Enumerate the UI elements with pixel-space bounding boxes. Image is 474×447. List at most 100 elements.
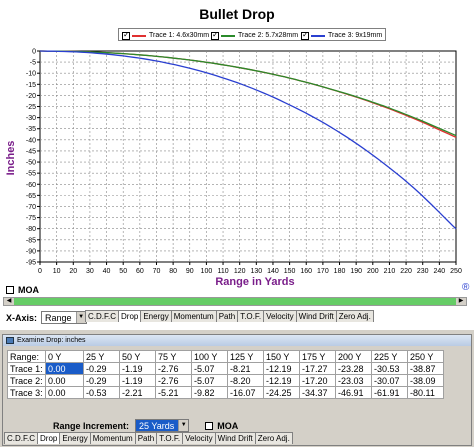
bottom-tab-t-o-f[interactable]: T.O.F. xyxy=(156,432,184,444)
table-cell[interactable]: -12.19 xyxy=(263,374,300,387)
table-cell[interactable]: -2.21 xyxy=(119,386,156,399)
table-cell[interactable]: -34.37 xyxy=(299,386,336,399)
chevron-down-icon[interactable]: ▼ xyxy=(178,420,189,431)
table-cell[interactable]: -61.91 xyxy=(371,386,408,399)
table-cell[interactable]: -46.91 xyxy=(335,386,372,399)
bottom-tab-velocity[interactable]: Velocity xyxy=(182,432,216,444)
top-tab-c-d-f-c[interactable]: C.D.F.C xyxy=(85,310,119,322)
table-cell[interactable]: -1.19 xyxy=(119,362,156,375)
table-row: Trace 1: 0.00 -0.29 -1.19 -2.76 -5.07 -8.21 -12… xyxy=(7,362,444,375)
chart-pane: Bullet Drop Trace 1: 4.6x30mm Trace 2: 5… xyxy=(0,0,474,330)
window-title-bar: Examine Drop: inches xyxy=(3,335,471,346)
bottom-tab-wind-drift[interactable]: Wind Drift xyxy=(214,432,256,444)
table-cell[interactable]: -0.29 xyxy=(83,362,120,375)
table-cell[interactable]: -2.76 xyxy=(155,374,192,387)
range-increment-value: 25 Yards xyxy=(139,420,175,431)
y-tick-label: -45 xyxy=(26,148,36,155)
top-tab-t-o-f[interactable]: T.O.F. xyxy=(237,310,265,322)
table-header-cell: 125 Y xyxy=(227,350,264,363)
table-header-cell: 175 Y xyxy=(299,350,336,363)
table-cell[interactable]: -38.87 xyxy=(407,362,444,375)
y-tick-label: -80 xyxy=(26,226,36,233)
x-tick-label: 130 xyxy=(250,268,262,275)
table-header-cell: 25 Y xyxy=(83,350,120,363)
x-axis-selector-label: X-Axis: xyxy=(6,312,38,323)
x-tick-label: 220 xyxy=(400,268,412,275)
table-row-label: Trace 2: xyxy=(7,374,46,387)
table-cell[interactable]: -17.20 xyxy=(299,374,336,387)
table-cell[interactable]: -1.19 xyxy=(119,374,156,387)
bottom-tab-momentum[interactable]: Momentum xyxy=(89,432,136,444)
scroll-left-arrow[interactable]: ◀ xyxy=(4,298,14,305)
table-cell[interactable]: -0.29 xyxy=(83,374,120,387)
y-tick-label: -10 xyxy=(26,71,36,78)
table-header-cell: 150 Y xyxy=(263,350,300,363)
table-cell[interactable]: -23.28 xyxy=(335,362,372,375)
y-tick-label: -5 xyxy=(30,60,36,67)
bottom-tab-path[interactable]: Path xyxy=(134,432,158,444)
top-tab-path[interactable]: Path xyxy=(215,310,239,322)
top-tab-momentum[interactable]: Momentum xyxy=(170,310,217,322)
table-cell[interactable]: -5.07 xyxy=(191,374,228,387)
table-cell[interactable]: -24.25 xyxy=(263,386,300,399)
moa-toggle[interactable]: MOA xyxy=(6,285,39,295)
bullet-drop-chart: 0 10 20 30 40 50 60 70 80 90 100 110 120 130 140 150 160… xyxy=(5,49,470,291)
y-tick-label: -65 xyxy=(26,193,36,200)
top-tab-drop[interactable]: Drop xyxy=(118,310,142,322)
table-cell[interactable]: -8.20 xyxy=(227,374,264,387)
table-cell[interactable]: -8.21 xyxy=(227,362,264,375)
y-axis-label: Inches xyxy=(5,141,17,176)
table-cell[interactable]: -30.07 xyxy=(371,374,408,387)
bottom-moa-checkbox[interactable] xyxy=(205,421,214,430)
table-row: Trace 3: 0.00 -0.53 -2.21 -5.21 -9.82 -16.07 -2… xyxy=(7,386,444,399)
table-cell[interactable]: -5.07 xyxy=(191,362,228,375)
top-tab-energy[interactable]: Energy xyxy=(140,310,172,322)
bottom-tab-energy[interactable]: Energy xyxy=(59,432,91,444)
top-tab-velocity[interactable]: Velocity xyxy=(263,310,297,322)
x-axis-select[interactable]: Range ▼ xyxy=(41,311,87,324)
table-cell[interactable]: -17.27 xyxy=(299,362,336,375)
x-axis-select-value: Range xyxy=(45,312,72,323)
table-cell[interactable]: -38.09 xyxy=(407,374,444,387)
top-tab-wind-drift[interactable]: Wind Drift xyxy=(295,310,337,322)
table-header-cell: 100 Y xyxy=(191,350,228,363)
table-cell[interactable]: -5.21 xyxy=(155,386,192,399)
table-cell[interactable]: -23.03 xyxy=(335,374,372,387)
plot-area xyxy=(39,50,457,263)
table-cell[interactable]: -30.53 xyxy=(371,362,408,375)
table-cell[interactable]: -12.19 xyxy=(263,362,300,375)
table-cell[interactable]: 0.00 xyxy=(45,362,84,375)
table-cell[interactable]: -0.53 xyxy=(83,386,120,399)
x-tick-label: 10 xyxy=(53,268,61,275)
bottom-moa-toggle[interactable]: MOA xyxy=(205,421,238,431)
table-cell[interactable]: 0.00 xyxy=(45,386,84,399)
x-tick-label: 210 xyxy=(384,268,396,275)
chart-scrollbar[interactable]: ◀ ▶ xyxy=(3,297,467,306)
top-tab-zero-adj[interactable]: Zero Adj. xyxy=(335,310,374,322)
x-tick-label: 0 xyxy=(38,268,42,275)
bottom-tab-drop[interactable]: Drop xyxy=(37,432,61,444)
bottom-tab-zero-adj[interactable]: Zero Adj. xyxy=(254,432,293,444)
y-tick-label: -90 xyxy=(26,248,36,255)
range-increment-select[interactable]: 25 Yards ▼ xyxy=(135,419,190,432)
moa-label: MOA xyxy=(18,285,39,295)
x-tick-label: 70 xyxy=(153,268,161,275)
y-tick-label: -35 xyxy=(26,126,36,133)
y-tick-label: -20 xyxy=(26,93,36,100)
y-tick-label: -50 xyxy=(26,160,36,167)
table-cell[interactable]: -9.82 xyxy=(191,386,228,399)
table-header-cell: 200 Y xyxy=(335,350,372,363)
scroll-right-arrow[interactable]: ▶ xyxy=(456,298,466,305)
table-cell[interactable]: 0.00 xyxy=(45,374,84,387)
table-cell[interactable]: -80.11 xyxy=(407,386,444,399)
y-tick-label: -85 xyxy=(26,237,36,244)
table-row-label: Trace 3: xyxy=(7,386,46,399)
table-cell[interactable]: -16.07 xyxy=(227,386,264,399)
table-cell[interactable]: -2.76 xyxy=(155,362,192,375)
reset-zoom-icon[interactable]: ® xyxy=(462,282,470,290)
x-tick-label: 240 xyxy=(434,268,446,275)
scrollbar-thumb[interactable] xyxy=(14,298,456,305)
y-tick-label: -70 xyxy=(26,204,36,211)
moa-checkbox[interactable] xyxy=(6,286,14,294)
bottom-tab-c-d-f-c[interactable]: C.D.F.C xyxy=(4,432,38,444)
